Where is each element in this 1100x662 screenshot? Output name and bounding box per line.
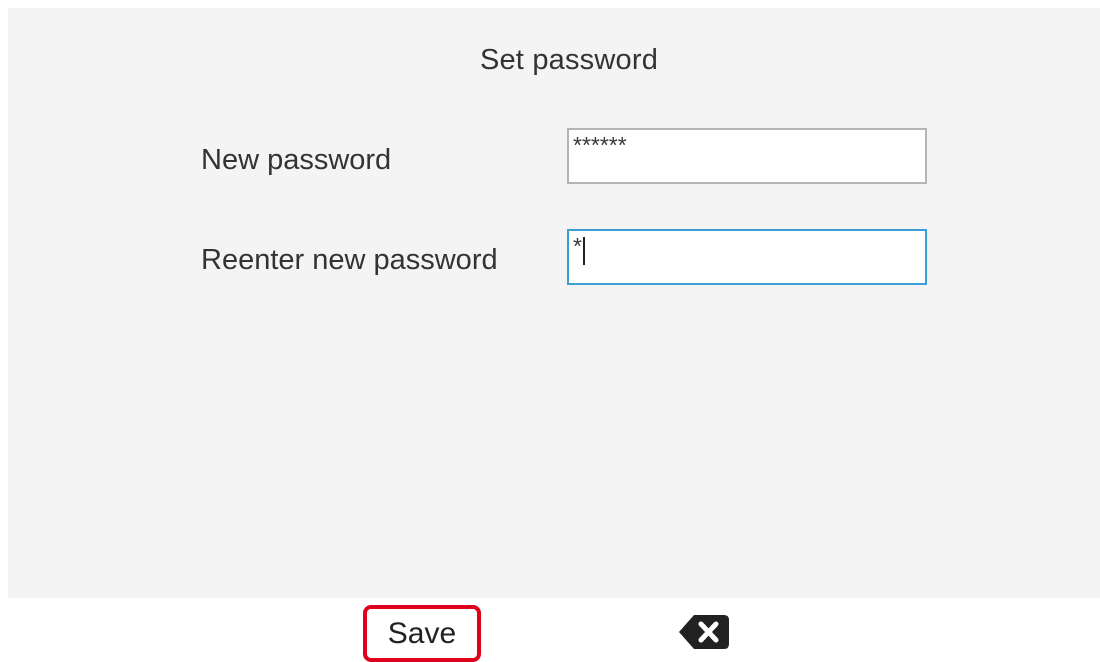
text-cursor — [582, 237, 585, 265]
backspace-icon — [676, 612, 732, 652]
softkey-bar: Save — [0, 598, 1100, 662]
backspace-button[interactable] — [676, 612, 732, 652]
reenter-password-label: Reenter new password — [201, 244, 498, 276]
reenter-password-field[interactable]: * — [567, 229, 927, 285]
reenter-password-value: * — [573, 233, 582, 259]
save-button[interactable]: Save — [363, 605, 481, 662]
content-panel: Set password New password Reenter new pa… — [8, 8, 1100, 598]
page-title: Set password — [479, 44, 659, 76]
new-password-value: ****** — [573, 132, 627, 158]
new-password-field[interactable]: ****** — [567, 128, 927, 184]
new-password-label: New password — [201, 144, 392, 176]
set-password-screen: Set password New password Reenter new pa… — [0, 0, 1100, 662]
